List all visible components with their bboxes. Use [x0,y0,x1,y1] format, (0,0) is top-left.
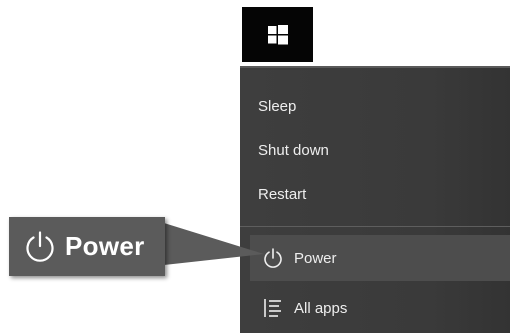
power-icon [264,248,282,268]
sleep-menu-item[interactable]: Sleep [240,86,510,126]
sleep-label: Sleep [258,97,297,115]
shut-down-label: Shut down [258,141,329,159]
power-menu: Sleep Shut down Restart Power All apps [240,66,510,333]
start-button[interactable] [242,7,313,62]
shut-down-menu-item[interactable]: Shut down [240,130,510,170]
menu-divider [240,226,510,227]
all-apps-label: All apps [294,299,348,317]
list-icon [264,299,281,317]
power-callout: Power [9,217,165,276]
power-label: Power [294,249,337,267]
restart-label: Restart [258,185,307,203]
power-icon [26,230,54,262]
callout-pointer [164,223,264,265]
power-button[interactable]: Power [250,235,510,281]
windows-logo-icon [267,24,288,44]
callout-label: Power [65,231,145,261]
all-apps-button[interactable]: All apps [250,288,510,328]
restart-menu-item[interactable]: Restart [240,174,510,214]
